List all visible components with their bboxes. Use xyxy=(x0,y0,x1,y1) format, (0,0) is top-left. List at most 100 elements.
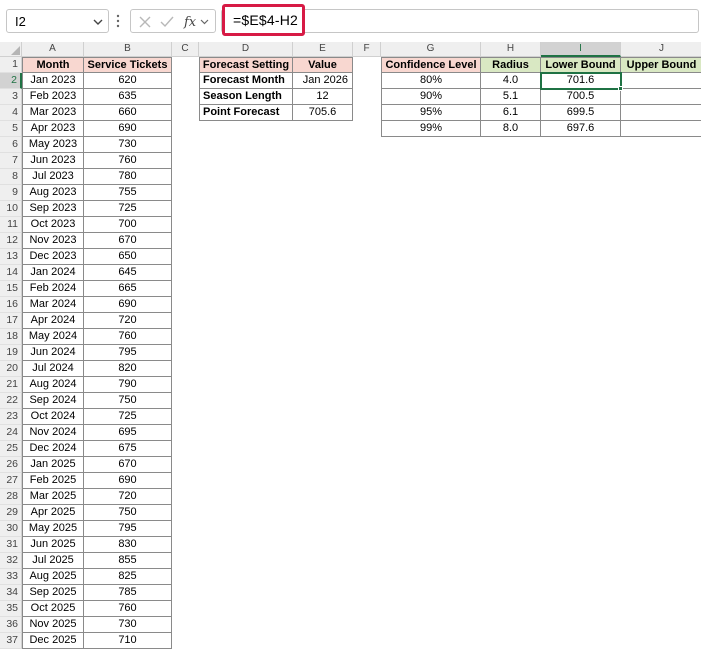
service-tickets-cell[interactable]: 760 xyxy=(84,329,172,345)
row-header-23[interactable]: 23 xyxy=(0,409,22,425)
month-cell[interactable]: Oct 2024 xyxy=(22,409,84,425)
row-header-33[interactable]: 33 xyxy=(0,569,22,585)
column-header-b[interactable]: B xyxy=(84,42,172,57)
row-header-12[interactable]: 12 xyxy=(0,233,22,249)
active-cell-i2[interactable]: 701.6 xyxy=(540,72,622,90)
month-cell[interactable]: Oct 2023 xyxy=(22,217,84,233)
forecast-setting-label[interactable]: Season Length xyxy=(199,89,293,105)
row-header-35[interactable]: 35 xyxy=(0,601,22,617)
month-cell[interactable]: Jul 2023 xyxy=(22,169,84,185)
service-tickets-cell[interactable]: 665 xyxy=(84,281,172,297)
row-header-25[interactable]: 25 xyxy=(0,441,22,457)
service-tickets-cell[interactable]: 795 xyxy=(84,345,172,361)
month-cell[interactable]: Oct 2025 xyxy=(22,601,84,617)
row-header-2[interactable]: 2 xyxy=(0,73,22,89)
service-tickets-cell[interactable]: 660 xyxy=(84,105,172,121)
lower-bound-cell[interactable]: 700.5 xyxy=(541,89,621,105)
forecast-setting-label[interactable]: Point Forecast xyxy=(199,105,293,121)
row-header-15[interactable]: 15 xyxy=(0,281,22,297)
column-header-a[interactable]: A xyxy=(22,42,84,57)
fx-icon[interactable]: fx xyxy=(183,14,211,30)
month-cell[interactable]: Jan 2025 xyxy=(22,457,84,473)
month-cell[interactable]: Dec 2023 xyxy=(22,249,84,265)
month-cell[interactable]: Mar 2024 xyxy=(22,297,84,313)
row-header-6[interactable]: 6 xyxy=(0,137,22,153)
month-cell[interactable]: Jun 2024 xyxy=(22,345,84,361)
service-tickets-cell[interactable]: 620 xyxy=(84,73,172,89)
row-header-19[interactable]: 19 xyxy=(0,345,22,361)
row-header-37[interactable]: 37 xyxy=(0,633,22,649)
month-cell[interactable]: Nov 2023 xyxy=(22,233,84,249)
confidence-level-header[interactable]: Confidence Level xyxy=(381,57,481,73)
row-header-10[interactable]: 10 xyxy=(0,201,22,217)
service-tickets-cell[interactable]: 690 xyxy=(84,121,172,137)
upper-bound-cell[interactable] xyxy=(621,73,701,89)
row-header-27[interactable]: 27 xyxy=(0,473,22,489)
row-header-36[interactable]: 36 xyxy=(0,617,22,633)
column-header-d[interactable]: D xyxy=(199,42,293,57)
service-tickets-header[interactable]: Service Tickets xyxy=(84,57,172,73)
column-header-f[interactable]: F xyxy=(353,42,381,57)
value-header[interactable]: Value xyxy=(293,57,353,73)
row-header-9[interactable]: 9 xyxy=(0,185,22,201)
month-cell[interactable]: Jun 2025 xyxy=(22,537,84,553)
more-options-icon[interactable] xyxy=(116,14,120,28)
service-tickets-cell[interactable]: 750 xyxy=(84,393,172,409)
chevron-down-icon[interactable] xyxy=(92,16,104,28)
month-cell[interactable]: Aug 2023 xyxy=(22,185,84,201)
row-header-31[interactable]: 31 xyxy=(0,537,22,553)
service-tickets-cell[interactable]: 730 xyxy=(84,617,172,633)
row-header-13[interactable]: 13 xyxy=(0,249,22,265)
forecast-setting-header[interactable]: Forecast Setting xyxy=(199,57,293,73)
service-tickets-cell[interactable]: 645 xyxy=(84,265,172,281)
service-tickets-cell[interactable]: 755 xyxy=(84,185,172,201)
confidence-level-cell[interactable]: 80% xyxy=(381,73,481,89)
month-cell[interactable]: Sep 2024 xyxy=(22,393,84,409)
row-header-16[interactable]: 16 xyxy=(0,297,22,313)
month-cell[interactable]: Feb 2024 xyxy=(22,281,84,297)
column-header-c[interactable]: C xyxy=(172,42,199,57)
row-header-24[interactable]: 24 xyxy=(0,425,22,441)
column-header-i[interactable]: I xyxy=(541,42,621,57)
radius-cell[interactable]: 4.0 xyxy=(481,73,541,89)
service-tickets-cell[interactable]: 820 xyxy=(84,361,172,377)
row-header-11[interactable]: 11 xyxy=(0,217,22,233)
month-cell[interactable]: Aug 2025 xyxy=(22,569,84,585)
confidence-level-cell[interactable]: 90% xyxy=(381,89,481,105)
service-tickets-cell[interactable]: 780 xyxy=(84,169,172,185)
row-header-4[interactable]: 4 xyxy=(0,105,22,121)
month-cell[interactable]: Jul 2024 xyxy=(22,361,84,377)
column-header-h[interactable]: H xyxy=(481,42,541,57)
month-cell[interactable]: Apr 2024 xyxy=(22,313,84,329)
lower-bound-cell[interactable]: 697.6 xyxy=(541,121,621,137)
month-cell[interactable]: Feb 2023 xyxy=(22,89,84,105)
service-tickets-cell[interactable]: 700 xyxy=(84,217,172,233)
name-box[interactable]: I2 xyxy=(6,9,109,33)
service-tickets-cell[interactable]: 725 xyxy=(84,409,172,425)
row-header-1[interactable]: 1 xyxy=(0,57,22,73)
row-header-5[interactable]: 5 xyxy=(0,121,22,137)
service-tickets-cell[interactable]: 710 xyxy=(84,633,172,649)
service-tickets-cell[interactable]: 695 xyxy=(84,425,172,441)
row-header-34[interactable]: 34 xyxy=(0,585,22,601)
forecast-setting-value[interactable]: 12 xyxy=(293,89,353,105)
service-tickets-cell[interactable]: 725 xyxy=(84,201,172,217)
row-header-3[interactable]: 3 xyxy=(0,89,22,105)
month-cell[interactable]: Jun 2023 xyxy=(22,153,84,169)
month-cell[interactable]: Apr 2023 xyxy=(22,121,84,137)
month-cell[interactable]: Mar 2025 xyxy=(22,489,84,505)
lower-bound-header[interactable]: Lower Bound xyxy=(541,57,621,73)
lower-bound-cell[interactable]: 699.5 xyxy=(541,105,621,121)
row-header-32[interactable]: 32 xyxy=(0,553,22,569)
fill-handle[interactable] xyxy=(618,86,623,91)
service-tickets-cell[interactable]: 760 xyxy=(84,601,172,617)
radius-cell[interactable]: 6.1 xyxy=(481,105,541,121)
row-header-7[interactable]: 7 xyxy=(0,153,22,169)
row-header-29[interactable]: 29 xyxy=(0,505,22,521)
month-cell[interactable]: Jan 2024 xyxy=(22,265,84,281)
service-tickets-cell[interactable]: 855 xyxy=(84,553,172,569)
column-header-g[interactable]: G xyxy=(381,42,481,57)
service-tickets-cell[interactable]: 720 xyxy=(84,313,172,329)
month-cell[interactable]: Jan 2023 xyxy=(22,73,84,89)
upper-bound-header[interactable]: Upper Bound xyxy=(621,57,701,73)
